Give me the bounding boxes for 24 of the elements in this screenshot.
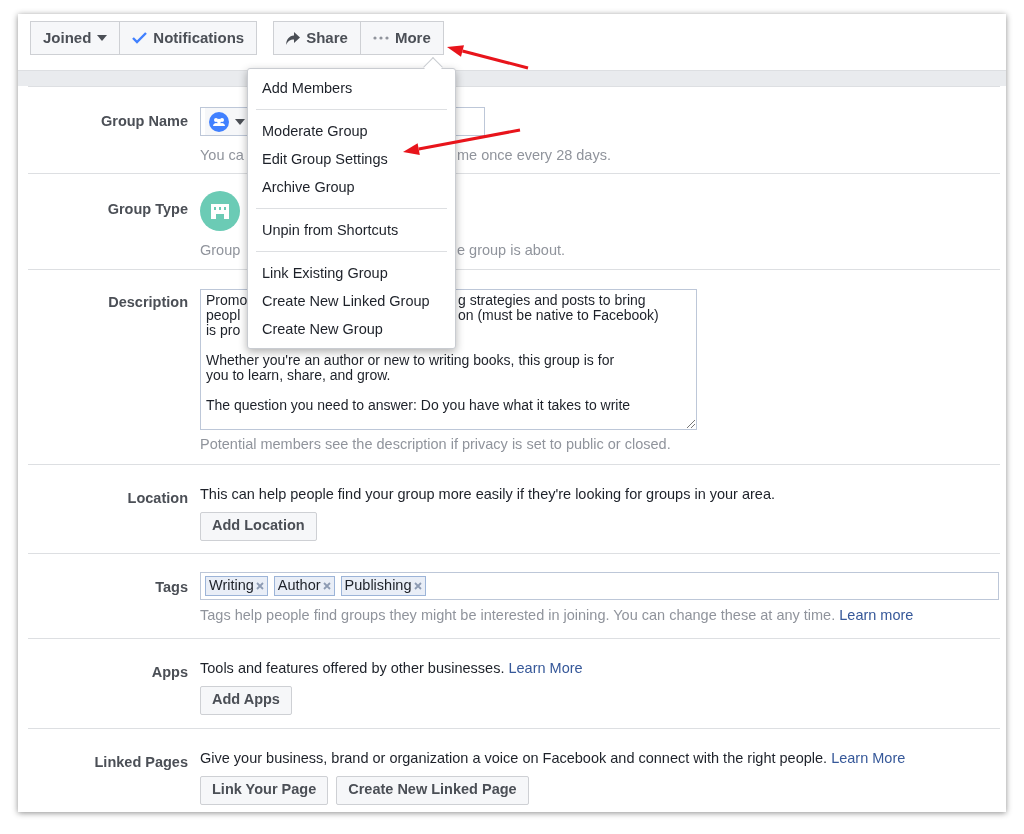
hint-text-fragment: You ca xyxy=(200,146,244,165)
description-text: Tools and features offered by other businesses. xyxy=(200,660,505,676)
hint-text-fragment: e group is about. xyxy=(457,240,566,260)
description-text-fragment: Promo xyxy=(206,293,248,308)
hint-text-fragment: me once every 28 days. xyxy=(457,146,611,165)
setting-label: Location xyxy=(127,490,188,506)
setting-label: Linked Pages xyxy=(94,754,188,770)
description-text-fragment: peopl xyxy=(206,308,241,323)
hint-text: Tags help people find groups they might be interested in joining. You can change these at any time. xyxy=(200,607,836,623)
description-text-fragment: Whether you're an author or new to writing books, this group is for xyxy=(206,353,615,368)
description-text-fragment: The question you need to answer: Do you have what it takes to write xyxy=(206,398,631,413)
description-text-fragment: is pro xyxy=(206,323,241,338)
setting-label: Group Type xyxy=(107,201,188,217)
setting-label: Tags xyxy=(155,579,188,595)
setting-label: Group Name xyxy=(101,113,188,129)
description-text: This can help people find your group more easily if they're looking for groups in your area. xyxy=(200,486,776,502)
setting-label: Description xyxy=(108,294,188,310)
description-text: Give your business, brand or organization a voice on Facebook and connect with the right people. xyxy=(200,750,828,766)
hint-text-fragment: Group xyxy=(200,240,241,260)
hint-text: Potential members see the description if privacy is set to public or closed. xyxy=(200,435,672,454)
description-text-fragment: g strategies and posts to bring xyxy=(458,293,646,308)
description-text-fragment: you to learn, share, and grow. xyxy=(206,368,391,383)
setting-label: Apps xyxy=(151,664,188,680)
description-text-fragment: on (must be native to Facebook) xyxy=(458,308,659,323)
